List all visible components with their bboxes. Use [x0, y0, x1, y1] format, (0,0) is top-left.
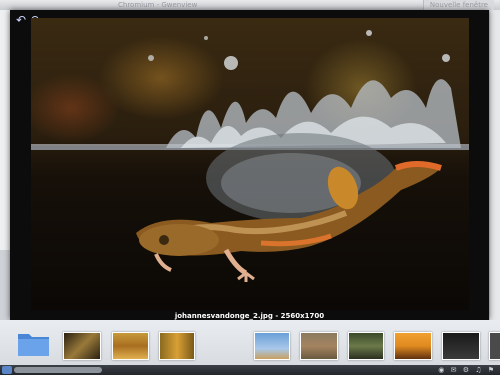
taskbar: ◉ ✉ ⚙ ♫ ⚑: [0, 365, 500, 375]
thumbnail-strip: [0, 320, 500, 368]
photo-artwork: [31, 30, 469, 282]
photo-frog-splash: [31, 18, 469, 310]
thumbnail-giraffe[interactable]: [254, 332, 290, 360]
folder-icon[interactable]: [17, 330, 50, 357]
thumbnail-grass[interactable]: [112, 332, 149, 360]
background-tab[interactable]: Nouvelle fenêtre: [422, 0, 494, 10]
thumbnail-animals[interactable]: [348, 332, 384, 360]
thumbnail-sunset[interactable]: [394, 332, 432, 360]
background-titlebar: Chromium - Gwenview Nouvelle fenêtre: [0, 0, 500, 10]
thumbnail-dark[interactable]: [489, 332, 500, 360]
system-tray-icons[interactable]: ◉ ✉ ⚙ ♫ ⚑: [438, 365, 496, 375]
start-menu-icon[interactable]: [2, 366, 12, 374]
thumbnail-elephant[interactable]: [442, 332, 480, 360]
thumbnail-frog[interactable]: [63, 332, 101, 360]
taskbar-task[interactable]: [14, 367, 102, 373]
background-right-panel: [490, 10, 500, 320]
image-viewer: ↶ ↷: [10, 10, 489, 320]
background-window-title: Chromium - Gwenview: [118, 1, 198, 9]
rotate-left-icon[interactable]: ↶: [14, 13, 28, 27]
thumbnail-lion[interactable]: [300, 332, 338, 360]
image-caption: johannesvandonge_2.jpg - 2560x1700: [174, 312, 325, 320]
thumbnail-wheat[interactable]: [159, 332, 195, 360]
